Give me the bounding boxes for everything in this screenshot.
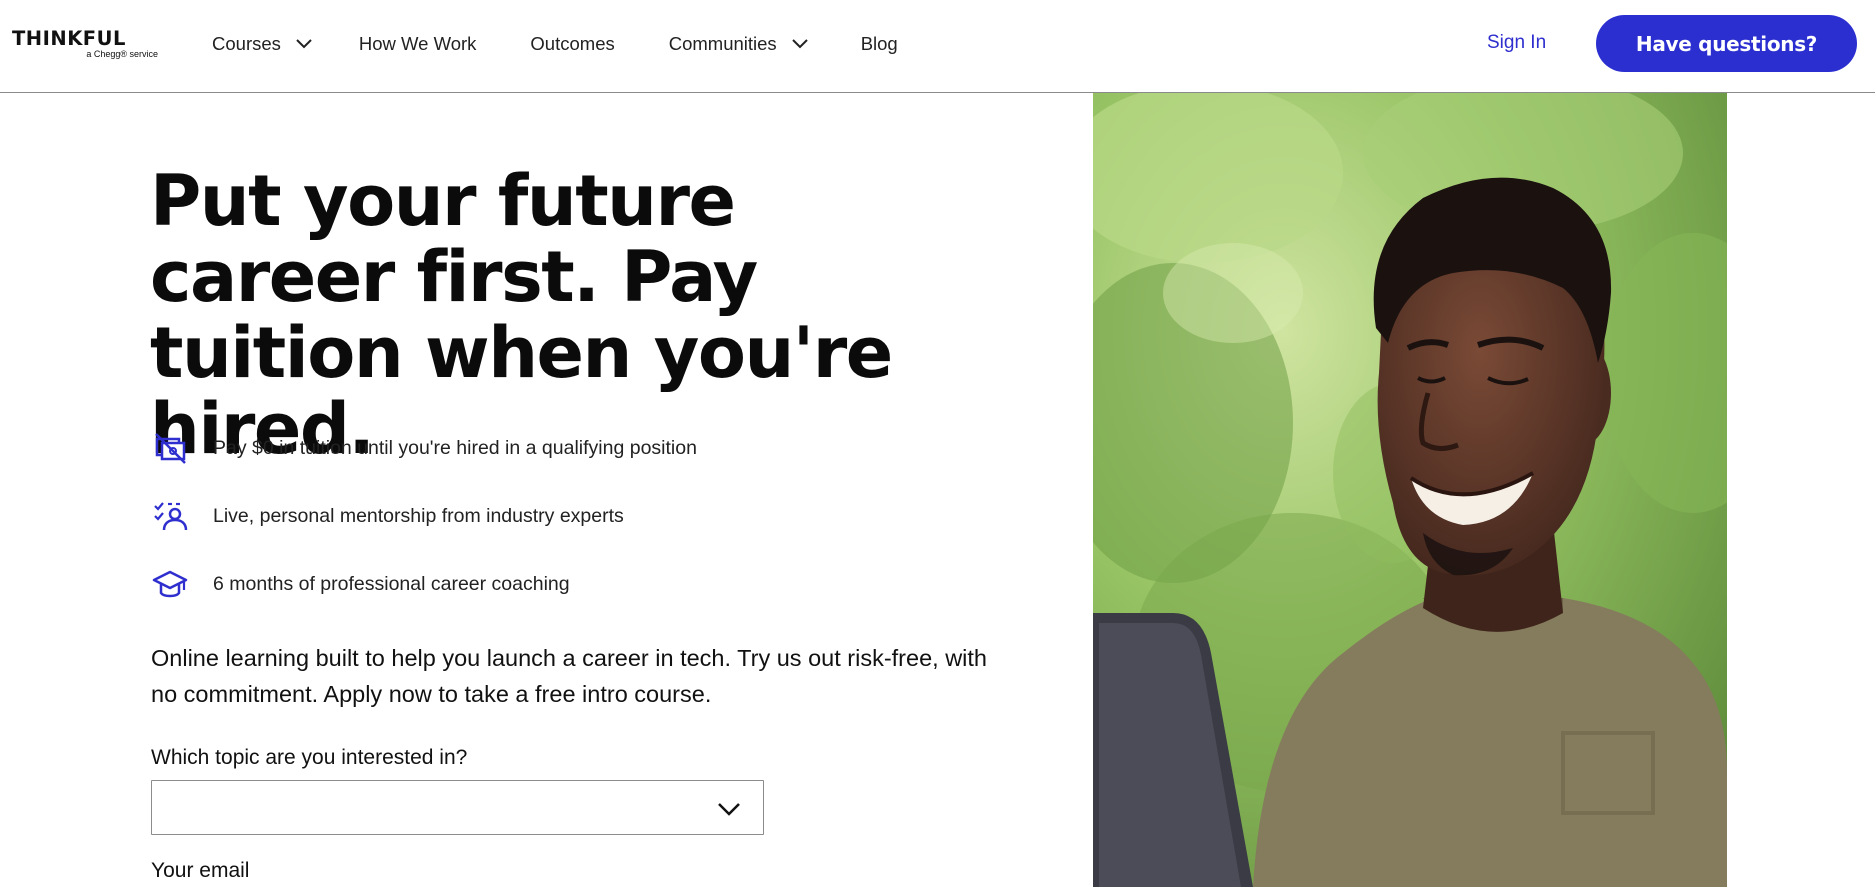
graduation-cap-icon [152,570,188,598]
thinkful-logo[interactable]: THINKFUL a Chegg® service [12,27,162,61]
nav-communities[interactable]: Communities [669,33,809,55]
logo-wordmark: THINKFUL [12,27,126,50]
nav-courses[interactable]: Courses [212,33,313,55]
hero-photo [1093,93,1727,887]
nav-how-we-work-label: How We Work [358,33,477,54]
have-questions-button[interactable]: Have questions? [1596,15,1857,72]
chevron-down-icon [296,39,312,49]
nav-blog-label: Blog [860,33,898,54]
topic-select[interactable] [151,780,764,835]
topic-label: Which topic are you interested in? [151,746,468,769]
feature-text: Live, personal mentorship from industry … [213,504,624,527]
chevron-down-icon [791,39,808,49]
nav-how-we-work[interactable]: How We Work [359,33,477,55]
feature-item: 6 months of professional career coaching [152,566,570,602]
feature-item: Live, personal mentorship from industry … [152,498,624,534]
site-header: THINKFUL a Chegg® service Courses How We… [0,0,1875,93]
nav-courses-label: Courses [212,33,281,54]
main-nav: Courses How We Work Outcomes Communities… [212,32,898,56]
hero-description: Online learning built to help you launch… [151,645,987,707]
feature-text: 6 months of professional career coaching [213,572,570,595]
email-label: Your email [151,859,250,882]
logo-subtitle: a Chegg® service [86,49,158,59]
feature-text: Pay $0 in tuition until you're hired in … [213,436,697,459]
smiling-student-illustration [1093,93,1727,887]
no-tuition-icon [155,433,186,464]
nav-communities-label: Communities [668,33,777,54]
nav-outcomes-label: Outcomes [530,33,615,54]
chevron-down-icon [718,803,740,816]
nav-outcomes[interactable]: Outcomes [530,33,614,55]
mentor-icon [154,502,188,531]
sign-in-link[interactable]: Sign In [1487,32,1546,54]
nav-blog[interactable]: Blog [861,33,898,55]
feature-item: Pay $0 in tuition until you're hired in … [152,430,697,466]
hero-title: Put your future career first. Pay tuitio… [150,160,893,470]
